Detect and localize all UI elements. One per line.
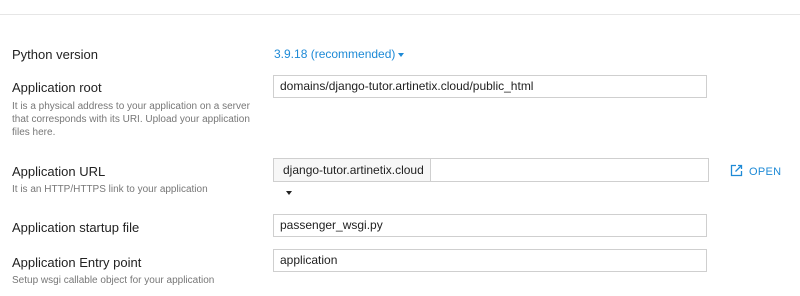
app-url-hint: It is an HTTP/HTTPS link to your applica…: [12, 184, 208, 195]
domain-dropdown[interactable]: django-tutor.artinetix.cloud: [273, 158, 431, 195]
app-url-group: django-tutor.artinetix.cloud: [273, 158, 709, 195]
open-link[interactable]: OPEN: [730, 164, 781, 180]
domain-value: django-tutor.artinetix.cloud: [283, 163, 424, 177]
app-root-hint: It is a physical address to your applica…: [12, 101, 250, 138]
chevron-down-icon: [286, 190, 292, 195]
open-label: OPEN: [749, 165, 782, 178]
startup-file-label: Application startup file: [12, 220, 140, 235]
app-url-label: Application URL: [12, 164, 106, 179]
python-version-value: 3.9.18 (recommended): [274, 47, 396, 61]
entry-point-input[interactable]: application: [273, 249, 707, 272]
python-version-dropdown[interactable]: 3.9.18 (recommended): [274, 47, 405, 61]
top-divider: [0, 0, 800, 15]
url-path-input[interactable]: [430, 158, 709, 182]
python-version-label: Python version: [12, 47, 98, 62]
app-root-input[interactable]: domains/django-tutor.artinetix.cloud/pub…: [273, 75, 707, 98]
entry-point-hint: Setup wsgi callable object for your appl…: [12, 275, 215, 286]
external-link-icon: [730, 164, 743, 180]
app-root-label: Application root: [12, 80, 102, 95]
chevron-down-icon: [398, 52, 405, 57]
startup-file-input[interactable]: passenger_wsgi.py: [273, 214, 707, 237]
entry-point-label: Application Entry point: [12, 255, 142, 270]
